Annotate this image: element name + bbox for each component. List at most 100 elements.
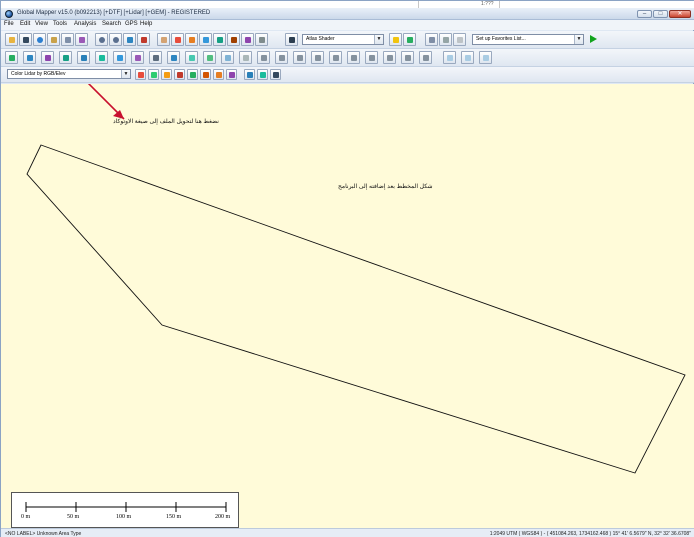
fill-icon bbox=[423, 55, 429, 61]
filter-button[interactable] bbox=[255, 33, 268, 46]
annotation-shape-note: شكل المخطط بعد إضافته إلى البرنامج bbox=[338, 184, 433, 190]
view-shed-button[interactable] bbox=[227, 33, 240, 46]
menu-view[interactable]: View bbox=[35, 21, 48, 27]
simplify-button[interactable] bbox=[311, 51, 324, 64]
lidar-stats-button[interactable] bbox=[200, 69, 211, 80]
clip-button[interactable] bbox=[239, 51, 252, 64]
parcel-outline[interactable] bbox=[26, 144, 686, 474]
top-scale-text: 1:??? bbox=[481, 1, 494, 7]
menu-help[interactable]: Help bbox=[140, 21, 152, 27]
union-button[interactable] bbox=[257, 51, 270, 64]
lidar-grid-button[interactable] bbox=[270, 69, 281, 80]
lidar-color-select-value: Color Lidar by RGB/Elev bbox=[11, 71, 66, 77]
edit-vertex-button[interactable] bbox=[59, 51, 72, 64]
lidar-color-select[interactable]: Color Lidar by RGB/Elev ▼ bbox=[7, 69, 131, 79]
fill-gaps-button[interactable] bbox=[419, 51, 432, 64]
surface-icon bbox=[247, 72, 253, 78]
digitizer-button[interactable] bbox=[75, 33, 88, 46]
lidar-build-button[interactable] bbox=[174, 69, 185, 80]
pan-button[interactable] bbox=[157, 33, 170, 46]
feature-info-button[interactable] bbox=[199, 33, 212, 46]
save-button[interactable] bbox=[19, 33, 32, 46]
maximize-button[interactable]: □ bbox=[653, 10, 668, 18]
close-button[interactable]: ✕ bbox=[669, 10, 691, 18]
combine-button[interactable] bbox=[131, 51, 144, 64]
smooth-button[interactable] bbox=[167, 51, 180, 64]
rotate-feature-button[interactable] bbox=[95, 51, 108, 64]
create-line-button[interactable] bbox=[23, 51, 36, 64]
config-button[interactable] bbox=[61, 33, 74, 46]
menu-edit[interactable]: Edit bbox=[20, 21, 30, 27]
create-point-button[interactable] bbox=[41, 51, 54, 64]
print-button[interactable] bbox=[439, 33, 452, 46]
measure-angle-button[interactable] bbox=[443, 51, 456, 64]
lidar-ground-button[interactable] bbox=[161, 69, 172, 80]
clip-icon bbox=[243, 55, 249, 61]
lidar-profile-button[interactable] bbox=[213, 69, 224, 80]
trim-button[interactable] bbox=[347, 51, 360, 64]
shader-select[interactable]: Atlas Shader ▼ bbox=[302, 34, 384, 45]
crop-button[interactable] bbox=[185, 51, 198, 64]
area-icon bbox=[9, 55, 15, 61]
create-area-button[interactable] bbox=[5, 51, 18, 64]
point-icon bbox=[45, 55, 51, 61]
light-button[interactable] bbox=[403, 33, 416, 46]
lidar-edit-button[interactable] bbox=[226, 69, 237, 80]
minimize-button[interactable]: – bbox=[637, 10, 652, 18]
measure-path-button[interactable] bbox=[479, 51, 492, 64]
grid-button[interactable] bbox=[425, 33, 438, 46]
lidar-class-button[interactable] bbox=[135, 69, 146, 80]
status-bar: <NO LABEL> Unknown Area Type 1:2049 UTM … bbox=[1, 528, 694, 537]
shader-options-button[interactable] bbox=[389, 33, 402, 46]
measure-button[interactable] bbox=[185, 33, 198, 46]
zoom-box-button[interactable] bbox=[123, 33, 136, 46]
move-feature-button[interactable] bbox=[77, 51, 90, 64]
contour-button[interactable] bbox=[203, 51, 216, 64]
menu-file[interactable]: File bbox=[4, 21, 14, 27]
intersect-button[interactable] bbox=[275, 51, 288, 64]
online-data-button[interactable] bbox=[33, 33, 46, 46]
menu-gps[interactable]: GPS bbox=[125, 21, 138, 27]
buffer-button[interactable] bbox=[149, 51, 162, 64]
overlay-control-button[interactable] bbox=[47, 33, 60, 46]
lidar-veg-button[interactable] bbox=[187, 69, 198, 80]
palette-icon bbox=[393, 37, 399, 43]
menu-analysis[interactable]: Analysis bbox=[74, 21, 96, 27]
lidar-split-button[interactable] bbox=[257, 69, 268, 80]
difference-icon bbox=[297, 55, 303, 61]
close-line-button[interactable] bbox=[401, 51, 414, 64]
path-profile-button[interactable] bbox=[213, 33, 226, 46]
run-favorite-button[interactable] bbox=[586, 33, 599, 46]
globe-icon[interactable] bbox=[5, 10, 13, 18]
buffer-icon bbox=[153, 55, 159, 61]
snap-button[interactable] bbox=[221, 51, 234, 64]
menu-bar: File Edit View Tools Analysis Search GPS… bbox=[1, 20, 694, 30]
map-canvas[interactable] bbox=[1, 84, 694, 528]
lidar-surface-button[interactable] bbox=[244, 69, 255, 80]
favorites-select[interactable]: Set up Favorites List... ▼ bbox=[472, 34, 584, 45]
chevron-down-icon: ▼ bbox=[574, 35, 583, 44]
select-button[interactable] bbox=[171, 33, 184, 46]
menu-tools[interactable]: Tools bbox=[53, 21, 67, 27]
script-button[interactable] bbox=[453, 33, 466, 46]
full-view-button[interactable] bbox=[137, 33, 150, 46]
digitize-line-button[interactable] bbox=[241, 33, 254, 46]
split-feature-button[interactable] bbox=[113, 51, 126, 64]
contour-icon bbox=[207, 55, 213, 61]
offset-button[interactable] bbox=[365, 51, 378, 64]
info-icon bbox=[203, 37, 209, 43]
difference-button[interactable] bbox=[293, 51, 306, 64]
main-toolbar: Atlas Shader ▼ Set up Favorites List... ▼ bbox=[1, 31, 694, 49]
reverse-button[interactable] bbox=[383, 51, 396, 64]
lidar-filter-button[interactable] bbox=[148, 69, 159, 80]
simplify-icon bbox=[315, 55, 321, 61]
zoom-out-button[interactable] bbox=[109, 33, 122, 46]
menu-search[interactable]: Search bbox=[102, 21, 121, 27]
open-file-button[interactable] bbox=[5, 33, 18, 46]
map-view[interactable]: نضغط هنا لتحويل الملف إلى صيغة الاوتوكاد… bbox=[1, 84, 694, 528]
extend-button[interactable] bbox=[329, 51, 342, 64]
zoom-in-button[interactable] bbox=[95, 33, 108, 46]
3d-view-button[interactable] bbox=[285, 33, 298, 46]
measure-line-button[interactable] bbox=[461, 51, 474, 64]
scale-label-200: 200 m bbox=[215, 514, 231, 520]
